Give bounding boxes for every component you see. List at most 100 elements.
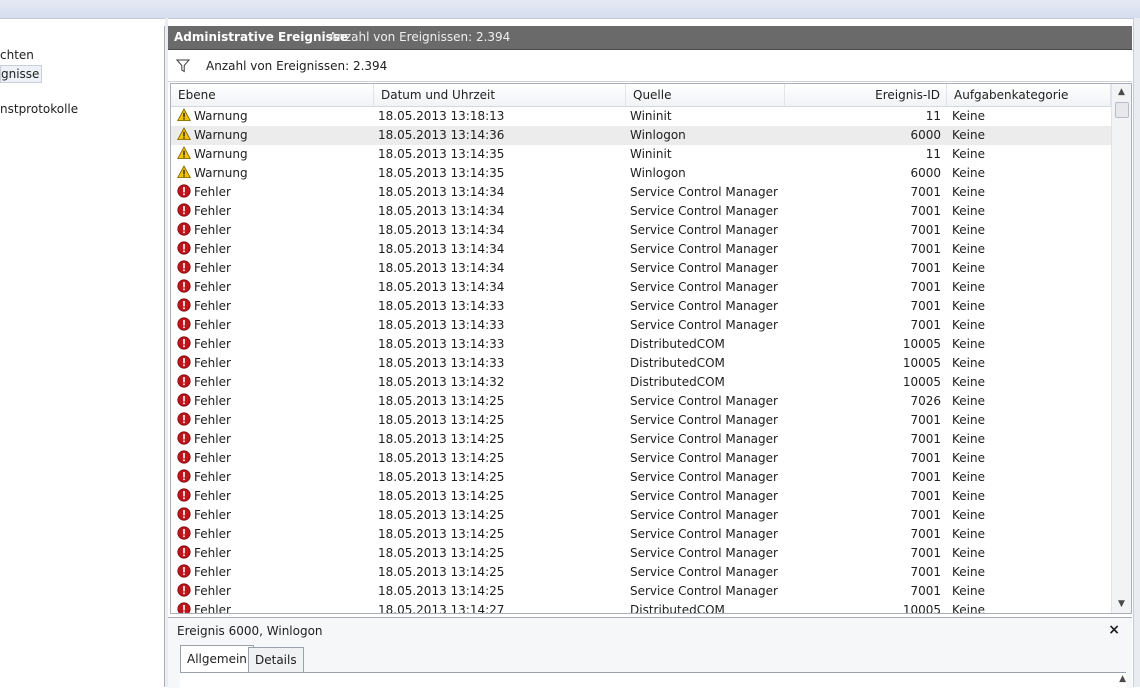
column-header-level[interactable]: Ebene	[171, 84, 374, 106]
cell-source: Wininit	[630, 109, 672, 123]
table-row[interactable]: Fehler 18.05.2013 13:14:25 Service Control…	[171, 468, 1111, 487]
cell-level: Fehler	[177, 316, 375, 335]
cell-level: Warnung	[177, 107, 375, 126]
level-label: Fehler	[194, 451, 231, 465]
table-row[interactable]: Fehler 18.05.2013 13:14:34 Service Control…	[171, 278, 1111, 297]
level-label: Warnung	[194, 128, 248, 142]
cell-date: 18.05.2013 13:14:25	[378, 508, 505, 522]
cell-date: 18.05.2013 13:14:25	[378, 451, 505, 465]
table-scrollbar[interactable]: ▲ ▼	[1111, 84, 1131, 613]
cell-task-category: Keine	[952, 489, 985, 503]
detail-scroll-up-arrow-icon[interactable]: ▲	[1119, 674, 1126, 684]
tree-item[interactable]: chten	[0, 47, 34, 63]
tab-general[interactable]: Allgemein	[180, 645, 254, 674]
table-row[interactable]: Fehler 18.05.2013 13:14:25 Service Control…	[171, 544, 1111, 563]
cell-source: DistributedCOM	[630, 356, 725, 370]
cell-event-id: 7001	[910, 204, 941, 218]
cell-event-id: 7001	[910, 584, 941, 598]
cell-task-category: Keine	[952, 527, 985, 541]
tab-details[interactable]: Details	[248, 647, 304, 673]
tree-item[interactable]: nstprotokolle	[0, 101, 78, 117]
table-row[interactable]: Warnung 18.05.2013 13:14:35 Winlogon 6000 Ke…	[171, 164, 1111, 183]
table-row[interactable]: Fehler 18.05.2013 13:14:34 Service Control…	[171, 240, 1111, 259]
cell-date: 18.05.2013 13:14:25	[378, 413, 505, 427]
pane-splitter[interactable]	[165, 18, 168, 687]
table-row[interactable]: Fehler 18.05.2013 13:14:25 Service Control…	[171, 430, 1111, 449]
level-label: Fehler	[194, 584, 231, 598]
level-label: Fehler	[194, 261, 231, 275]
events-table[interactable]: Ebene Datum und Uhrzeit Quelle Ereignis-…	[170, 83, 1132, 614]
level-label: Fehler	[194, 280, 231, 294]
cell-task-category: Keine	[952, 546, 985, 560]
table-row[interactable]: Fehler 18.05.2013 13:14:25 Service Control…	[171, 411, 1111, 430]
cell-level: Fehler	[177, 373, 375, 392]
column-header-source[interactable]: Quelle	[626, 84, 785, 106]
cell-task-category: Keine	[952, 337, 985, 351]
cell-event-id: 6000	[910, 166, 941, 180]
table-row[interactable]: Fehler 18.05.2013 13:14:33 DistributedCOM 1…	[171, 354, 1111, 373]
table-row[interactable]: Fehler 18.05.2013 13:14:33 Service Control…	[171, 316, 1111, 335]
level-label: Fehler	[194, 318, 231, 332]
cell-event-id: 7001	[910, 546, 941, 560]
level-label: Fehler	[194, 375, 231, 389]
warning-icon	[177, 127, 191, 140]
table-row[interactable]: Fehler 18.05.2013 13:14:25 Service Control…	[171, 525, 1111, 544]
level-label: Fehler	[194, 356, 231, 370]
cell-source: Service Control Manager	[630, 223, 778, 237]
cell-task-category: Keine	[952, 280, 985, 294]
table-row[interactable]: Fehler 18.05.2013 13:14:25 Service Control…	[171, 392, 1111, 411]
error-icon	[177, 184, 191, 198]
cell-task-category: Keine	[952, 128, 985, 142]
navigation-tree[interactable]: chten gnisse nstprotokolle	[0, 26, 165, 687]
cell-date: 18.05.2013 13:14:33	[378, 318, 505, 332]
cell-source: Service Control Manager	[630, 546, 778, 560]
table-row[interactable]: Warnung 18.05.2013 13:14:36 Winlogon 6000 Ke…	[171, 126, 1111, 145]
filter-icon	[176, 59, 190, 73]
event-count-header: Anzahl von Ereignissen: 2.394	[329, 30, 511, 44]
cell-date: 18.05.2013 13:14:33	[378, 356, 505, 370]
table-row[interactable]: Warnung 18.05.2013 13:18:13 Wininit 11 Keine	[171, 107, 1111, 126]
table-row[interactable]: Warnung 18.05.2013 13:14:35 Wininit 11 Keine	[171, 145, 1111, 164]
cell-level: Fehler	[177, 468, 375, 487]
cell-date: 18.05.2013 13:14:25	[378, 394, 505, 408]
table-row[interactable]: Fehler 18.05.2013 13:14:32 DistributedCOM 1…	[171, 373, 1111, 392]
cell-task-category: Keine	[952, 299, 985, 313]
view-title: Administrative Ereignisse	[174, 30, 349, 44]
scroll-up-arrow-icon[interactable]: ▲	[1112, 84, 1131, 101]
error-icon	[177, 317, 191, 331]
scroll-down-arrow-icon[interactable]: ▼	[1112, 596, 1131, 613]
close-icon[interactable]: ×	[1108, 622, 1120, 638]
cell-date: 18.05.2013 13:14:34	[378, 204, 505, 218]
table-row[interactable]: Fehler 18.05.2013 13:14:25 Service Control…	[171, 563, 1111, 582]
table-row[interactable]: Fehler 18.05.2013 13:14:27 DistributedCOM 1…	[171, 601, 1111, 613]
cell-event-id: 7001	[910, 451, 941, 465]
table-row[interactable]: Fehler 18.05.2013 13:14:34 Service Control…	[171, 183, 1111, 202]
table-row[interactable]: Fehler 18.05.2013 13:14:33 Service Control…	[171, 297, 1111, 316]
cell-date: 18.05.2013 13:14:25	[378, 527, 505, 541]
column-header-event-id[interactable]: Ereignis-ID	[785, 84, 947, 106]
column-header-task-category[interactable]: Aufgabenkategorie	[947, 84, 1111, 106]
table-row[interactable]: Fehler 18.05.2013 13:14:25 Service Control…	[171, 506, 1111, 525]
cell-task-category: Keine	[952, 356, 985, 370]
cell-event-id: 7001	[910, 508, 941, 522]
right-pane-edge	[1133, 18, 1140, 687]
tree-item[interactable]: gnisse	[0, 65, 43, 83]
cell-source: DistributedCOM	[630, 603, 725, 613]
table-row[interactable]: Fehler 18.05.2013 13:14:25 Service Control…	[171, 582, 1111, 601]
table-row[interactable]: Fehler 18.05.2013 13:14:25 Service Control…	[171, 487, 1111, 506]
cell-level: Fehler	[177, 392, 375, 411]
cell-source: Service Control Manager	[630, 565, 778, 579]
event-detail-title: Ereignis 6000, Winlogon	[177, 624, 323, 638]
table-row[interactable]: Fehler 18.05.2013 13:14:34 Service Control…	[171, 221, 1111, 240]
column-header-date[interactable]: Datum und Uhrzeit	[374, 84, 626, 106]
table-row[interactable]: Fehler 18.05.2013 13:14:33 DistributedCOM 1…	[171, 335, 1111, 354]
cell-level: Fehler	[177, 582, 375, 601]
cell-date: 18.05.2013 13:14:34	[378, 280, 505, 294]
error-icon	[177, 431, 191, 445]
table-row[interactable]: Fehler 18.05.2013 13:14:25 Service Control…	[171, 449, 1111, 468]
table-row[interactable]: Fehler 18.05.2013 13:14:34 Service Control…	[171, 202, 1111, 221]
event-detail-pane: Ereignis 6000, Winlogon × Allgemein Deta…	[168, 617, 1132, 689]
scroll-thumb[interactable]	[1115, 102, 1129, 118]
table-row[interactable]: Fehler 18.05.2013 13:14:34 Service Control…	[171, 259, 1111, 278]
table-body: Warnung 18.05.2013 13:18:13 Wininit 11 Keine…	[171, 107, 1111, 613]
